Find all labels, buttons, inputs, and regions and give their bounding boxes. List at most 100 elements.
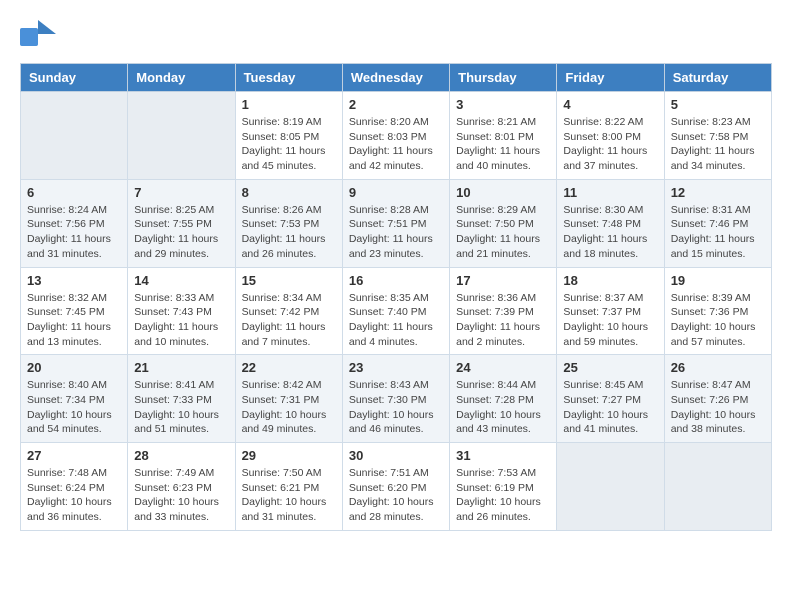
day-cell <box>21 92 128 180</box>
day-cell: 13 Sunrise: 8:32 AM Sunset: 7:45 PM Dayl… <box>21 267 128 355</box>
day-number: 9 <box>349 185 443 200</box>
day-info: Sunrise: 8:47 AM Sunset: 7:26 PM Dayligh… <box>671 378 765 437</box>
day-info: Sunrise: 8:29 AM Sunset: 7:50 PM Dayligh… <box>456 203 550 262</box>
day-cell: 18 Sunrise: 8:37 AM Sunset: 7:37 PM Dayl… <box>557 267 664 355</box>
day-number: 1 <box>242 97 336 112</box>
day-number: 20 <box>27 360 121 375</box>
day-number: 5 <box>671 97 765 112</box>
day-cell: 27 Sunrise: 7:48 AM Sunset: 6:24 PM Dayl… <box>21 443 128 531</box>
day-number: 13 <box>27 273 121 288</box>
day-cell: 23 Sunrise: 8:43 AM Sunset: 7:30 PM Dayl… <box>342 355 449 443</box>
day-number: 21 <box>134 360 228 375</box>
day-cell: 5 Sunrise: 8:23 AM Sunset: 7:58 PM Dayli… <box>664 92 771 180</box>
day-header-wednesday: Wednesday <box>342 64 449 92</box>
day-info: Sunrise: 8:26 AM Sunset: 7:53 PM Dayligh… <box>242 203 336 262</box>
day-number: 25 <box>563 360 657 375</box>
day-number: 7 <box>134 185 228 200</box>
day-cell: 22 Sunrise: 8:42 AM Sunset: 7:31 PM Dayl… <box>235 355 342 443</box>
page-header <box>20 20 772 53</box>
day-cell <box>557 443 664 531</box>
day-cell: 4 Sunrise: 8:22 AM Sunset: 8:00 PM Dayli… <box>557 92 664 180</box>
day-info: Sunrise: 8:23 AM Sunset: 7:58 PM Dayligh… <box>671 115 765 174</box>
day-cell: 10 Sunrise: 8:29 AM Sunset: 7:50 PM Dayl… <box>450 179 557 267</box>
day-number: 22 <box>242 360 336 375</box>
day-cell: 17 Sunrise: 8:36 AM Sunset: 7:39 PM Dayl… <box>450 267 557 355</box>
day-number: 30 <box>349 448 443 463</box>
day-info: Sunrise: 8:34 AM Sunset: 7:42 PM Dayligh… <box>242 291 336 350</box>
day-cell <box>664 443 771 531</box>
day-cell: 1 Sunrise: 8:19 AM Sunset: 8:05 PM Dayli… <box>235 92 342 180</box>
day-cell: 8 Sunrise: 8:26 AM Sunset: 7:53 PM Dayli… <box>235 179 342 267</box>
day-number: 6 <box>27 185 121 200</box>
day-info: Sunrise: 7:51 AM Sunset: 6:20 PM Dayligh… <box>349 466 443 525</box>
logo-icon <box>20 20 56 53</box>
day-info: Sunrise: 8:40 AM Sunset: 7:34 PM Dayligh… <box>27 378 121 437</box>
day-info: Sunrise: 8:25 AM Sunset: 7:55 PM Dayligh… <box>134 203 228 262</box>
day-number: 31 <box>456 448 550 463</box>
day-number: 24 <box>456 360 550 375</box>
day-info: Sunrise: 8:19 AM Sunset: 8:05 PM Dayligh… <box>242 115 336 174</box>
day-cell: 31 Sunrise: 7:53 AM Sunset: 6:19 PM Dayl… <box>450 443 557 531</box>
day-number: 11 <box>563 185 657 200</box>
day-cell: 7 Sunrise: 8:25 AM Sunset: 7:55 PM Dayli… <box>128 179 235 267</box>
week-row-1: 1 Sunrise: 8:19 AM Sunset: 8:05 PM Dayli… <box>21 92 772 180</box>
day-info: Sunrise: 8:42 AM Sunset: 7:31 PM Dayligh… <box>242 378 336 437</box>
day-cell: 30 Sunrise: 7:51 AM Sunset: 6:20 PM Dayl… <box>342 443 449 531</box>
day-cell: 20 Sunrise: 8:40 AM Sunset: 7:34 PM Dayl… <box>21 355 128 443</box>
day-cell: 6 Sunrise: 8:24 AM Sunset: 7:56 PM Dayli… <box>21 179 128 267</box>
day-cell: 21 Sunrise: 8:41 AM Sunset: 7:33 PM Dayl… <box>128 355 235 443</box>
calendar-header-row: SundayMondayTuesdayWednesdayThursdayFrid… <box>21 64 772 92</box>
day-header-thursday: Thursday <box>450 64 557 92</box>
day-cell: 28 Sunrise: 7:49 AM Sunset: 6:23 PM Dayl… <box>128 443 235 531</box>
day-cell: 19 Sunrise: 8:39 AM Sunset: 7:36 PM Dayl… <box>664 267 771 355</box>
day-cell: 29 Sunrise: 7:50 AM Sunset: 6:21 PM Dayl… <box>235 443 342 531</box>
day-number: 28 <box>134 448 228 463</box>
day-cell: 12 Sunrise: 8:31 AM Sunset: 7:46 PM Dayl… <box>664 179 771 267</box>
day-cell: 25 Sunrise: 8:45 AM Sunset: 7:27 PM Dayl… <box>557 355 664 443</box>
day-info: Sunrise: 7:49 AM Sunset: 6:23 PM Dayligh… <box>134 466 228 525</box>
day-number: 3 <box>456 97 550 112</box>
day-number: 8 <box>242 185 336 200</box>
day-info: Sunrise: 8:39 AM Sunset: 7:36 PM Dayligh… <box>671 291 765 350</box>
logo <box>20 20 58 53</box>
day-info: Sunrise: 8:43 AM Sunset: 7:30 PM Dayligh… <box>349 378 443 437</box>
day-number: 12 <box>671 185 765 200</box>
day-number: 19 <box>671 273 765 288</box>
day-info: Sunrise: 8:20 AM Sunset: 8:03 PM Dayligh… <box>349 115 443 174</box>
calendar-table: SundayMondayTuesdayWednesdayThursdayFrid… <box>20 63 772 531</box>
day-header-saturday: Saturday <box>664 64 771 92</box>
day-number: 27 <box>27 448 121 463</box>
day-number: 26 <box>671 360 765 375</box>
day-header-monday: Monday <box>128 64 235 92</box>
day-info: Sunrise: 8:33 AM Sunset: 7:43 PM Dayligh… <box>134 291 228 350</box>
day-cell: 14 Sunrise: 8:33 AM Sunset: 7:43 PM Dayl… <box>128 267 235 355</box>
day-cell: 24 Sunrise: 8:44 AM Sunset: 7:28 PM Dayl… <box>450 355 557 443</box>
day-number: 4 <box>563 97 657 112</box>
day-number: 18 <box>563 273 657 288</box>
day-info: Sunrise: 8:36 AM Sunset: 7:39 PM Dayligh… <box>456 291 550 350</box>
week-row-5: 27 Sunrise: 7:48 AM Sunset: 6:24 PM Dayl… <box>21 443 772 531</box>
day-info: Sunrise: 8:24 AM Sunset: 7:56 PM Dayligh… <box>27 203 121 262</box>
day-info: Sunrise: 8:28 AM Sunset: 7:51 PM Dayligh… <box>349 203 443 262</box>
day-info: Sunrise: 8:22 AM Sunset: 8:00 PM Dayligh… <box>563 115 657 174</box>
day-number: 10 <box>456 185 550 200</box>
day-info: Sunrise: 8:41 AM Sunset: 7:33 PM Dayligh… <box>134 378 228 437</box>
day-info: Sunrise: 8:30 AM Sunset: 7:48 PM Dayligh… <box>563 203 657 262</box>
week-row-4: 20 Sunrise: 8:40 AM Sunset: 7:34 PM Dayl… <box>21 355 772 443</box>
day-cell <box>128 92 235 180</box>
day-number: 2 <box>349 97 443 112</box>
day-info: Sunrise: 8:35 AM Sunset: 7:40 PM Dayligh… <box>349 291 443 350</box>
day-info: Sunrise: 7:50 AM Sunset: 6:21 PM Dayligh… <box>242 466 336 525</box>
day-cell: 9 Sunrise: 8:28 AM Sunset: 7:51 PM Dayli… <box>342 179 449 267</box>
day-cell: 15 Sunrise: 8:34 AM Sunset: 7:42 PM Dayl… <box>235 267 342 355</box>
day-cell: 2 Sunrise: 8:20 AM Sunset: 8:03 PM Dayli… <box>342 92 449 180</box>
day-number: 29 <box>242 448 336 463</box>
day-info: Sunrise: 8:21 AM Sunset: 8:01 PM Dayligh… <box>456 115 550 174</box>
day-info: Sunrise: 8:32 AM Sunset: 7:45 PM Dayligh… <box>27 291 121 350</box>
day-number: 16 <box>349 273 443 288</box>
day-number: 17 <box>456 273 550 288</box>
day-number: 23 <box>349 360 443 375</box>
day-header-sunday: Sunday <box>21 64 128 92</box>
day-header-friday: Friday <box>557 64 664 92</box>
day-number: 14 <box>134 273 228 288</box>
